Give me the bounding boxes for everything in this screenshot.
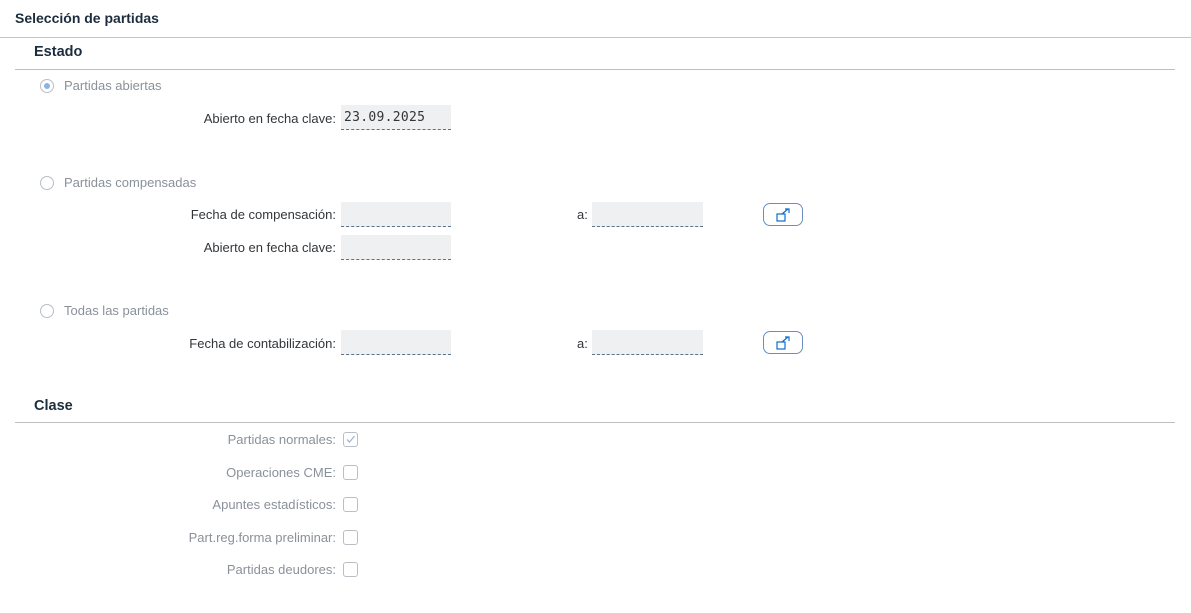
input-abierto-fecha-clave[interactable]: 23.09.2025	[341, 105, 451, 130]
label-part-reg-forma-preliminar: Part.reg.forma preliminar:	[188, 530, 336, 545]
input-fecha-compensacion-desde[interactable]	[341, 202, 451, 227]
section-heading-estado: Estado	[34, 44, 83, 60]
label-partidas-normales: Partidas normales:	[227, 432, 336, 447]
label-apuntes-estadisticos: Apuntes estadísticos:	[212, 497, 336, 512]
radio-label-partidas-compensadas: Partidas compensadas	[64, 175, 197, 190]
label-abierto-fecha-clave: Abierto en fecha clave:	[203, 111, 336, 126]
radio-todas-partidas[interactable]	[40, 304, 54, 318]
label-operaciones-cme: Operaciones CME:	[226, 465, 336, 480]
input-fecha-contabilizacion-desde[interactable]	[341, 330, 451, 355]
radio-partidas-abiertas[interactable]	[40, 79, 54, 93]
label-a-compensacion: a:	[577, 207, 588, 222]
page-title: Selección de partidas	[15, 10, 159, 26]
section-heading-clase: Clase	[34, 398, 73, 414]
label-abierto-fecha-clave-compensadas: Abierto en fecha clave:	[203, 240, 336, 255]
multiple-selection-icon	[776, 336, 790, 350]
radio-partidas-compensadas[interactable]	[40, 176, 54, 190]
title-divider	[0, 37, 1191, 38]
radio-label-partidas-abiertas: Partidas abiertas	[64, 78, 162, 93]
label-a-contabilizacion: a:	[577, 336, 588, 351]
label-partidas-deudores: Partidas deudores:	[226, 562, 336, 577]
multiple-selection-button-contabilizacion[interactable]	[763, 331, 803, 354]
multiple-selection-button-compensacion[interactable]	[763, 203, 803, 226]
checkbox-operaciones-cme[interactable]	[343, 465, 358, 480]
label-fecha-contabilizacion: Fecha de contabilización:	[189, 336, 336, 351]
radio-label-todas-partidas: Todas las partidas	[64, 303, 169, 318]
checkmark-icon	[346, 435, 355, 443]
checkbox-partidas-normales[interactable]	[343, 432, 358, 447]
checkbox-partidas-deudores[interactable]	[343, 562, 358, 577]
section-divider-estado	[15, 69, 1175, 70]
checkbox-part-reg-forma-preliminar[interactable]	[343, 530, 358, 545]
checkbox-apuntes-estadisticos[interactable]	[343, 497, 358, 512]
input-fecha-contabilizacion-hasta[interactable]	[592, 330, 703, 355]
input-fecha-compensacion-hasta[interactable]	[592, 202, 703, 227]
label-fecha-compensacion: Fecha de compensación:	[190, 207, 336, 222]
multiple-selection-icon	[776, 208, 790, 222]
section-divider-clase	[15, 422, 1175, 423]
input-abierto-fecha-clave-compensadas[interactable]	[341, 235, 451, 260]
